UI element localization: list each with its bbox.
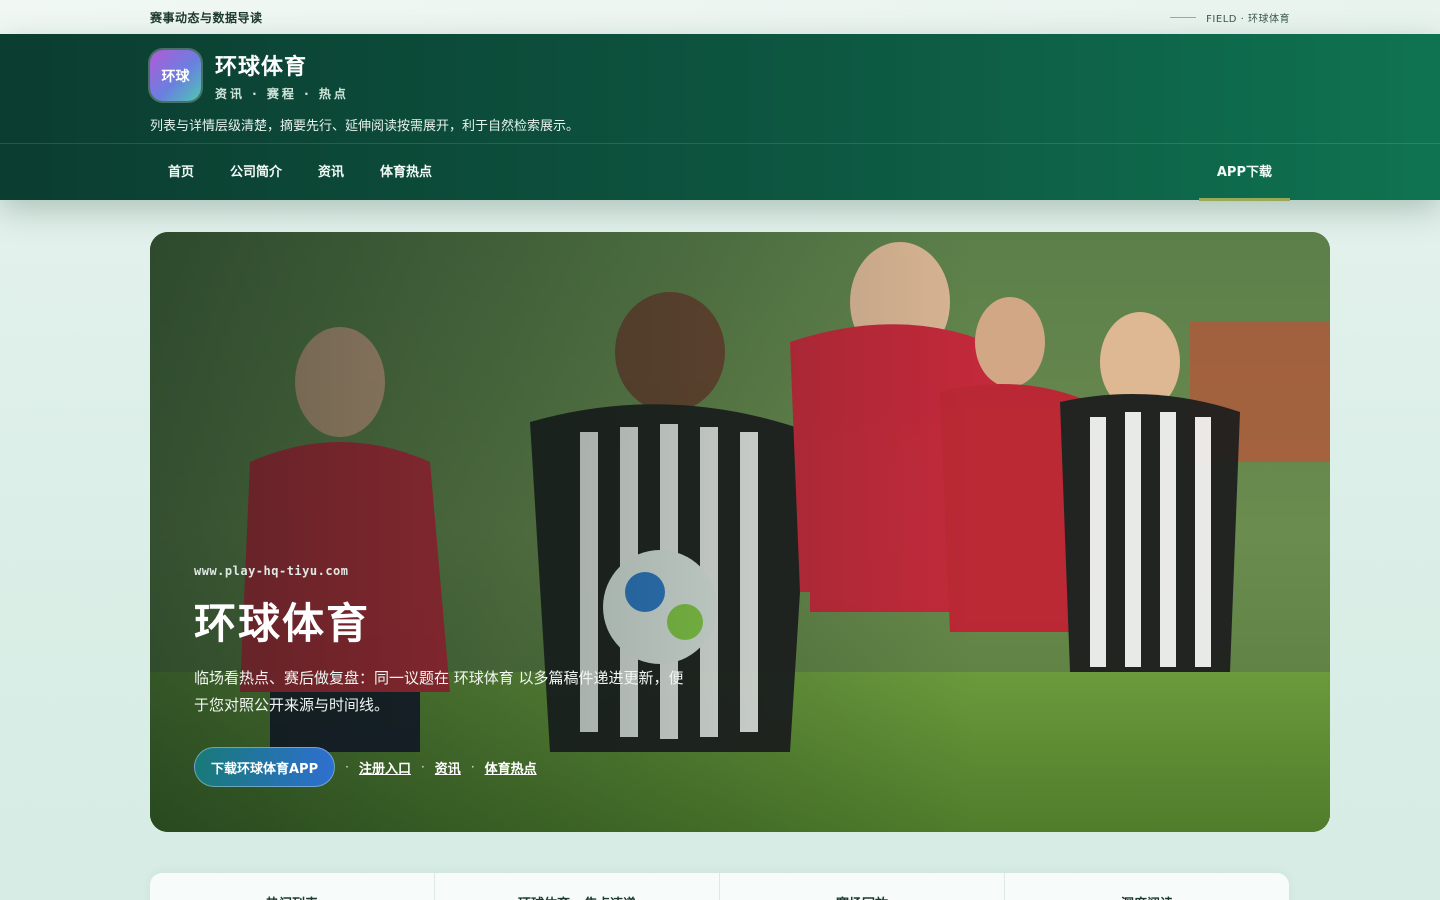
separator-dot: · bbox=[345, 760, 349, 774]
site-logo[interactable]: 环球 bbox=[150, 50, 201, 101]
topbar-divider-line bbox=[1170, 16, 1197, 18]
news-link[interactable]: 资讯 bbox=[435, 758, 461, 777]
card-replay[interactable]: 赛场回放 bbox=[720, 873, 1005, 900]
topbar-tagline: 赛事动态与数据导读 bbox=[150, 10, 263, 25]
card-deep-read[interactable]: 深度阅读 bbox=[1005, 873, 1289, 900]
card-hot-list[interactable]: 热门列表 bbox=[150, 873, 435, 900]
brand-text: 环球体育 资讯 · 赛程 · 热点 bbox=[215, 49, 349, 102]
nav-item-app-download[interactable]: APP下载 bbox=[1198, 144, 1291, 201]
brand-subtitle: 资讯 · 赛程 · 热点 bbox=[215, 87, 349, 101]
hero-actions: 下载环球体育APP · 注册入口 · 资讯 · 体育热点 bbox=[194, 747, 714, 787]
hero-description: 临场看热点、赛后做复盘：同一议题在 环球体育 以多篇稿件递进更新，便于您对照公开… bbox=[194, 669, 684, 714]
nav-item-hot-topics[interactable]: 体育热点 bbox=[362, 144, 450, 201]
nav-right: APP下载 bbox=[1198, 144, 1291, 201]
nav-item-news[interactable]: 资讯 bbox=[300, 144, 362, 201]
register-link[interactable]: 注册入口 bbox=[359, 758, 411, 777]
separator-dot: · bbox=[420, 760, 425, 774]
topbar-field-label: FIELD · 环球体育 bbox=[1206, 13, 1290, 25]
topbar-field: FIELD · 环球体育 bbox=[1170, 10, 1290, 25]
hero-title: 环球体育 bbox=[194, 599, 371, 648]
content-cards: 热门列表 环球体育 · 焦点速递 赛场回放 深度阅读 bbox=[150, 873, 1289, 900]
card-focus[interactable]: 环球体育 · 焦点速递 bbox=[435, 873, 720, 900]
nav-item-home[interactable]: 首页 bbox=[150, 144, 212, 201]
download-app-button[interactable]: 下载环球体育APP bbox=[194, 747, 336, 787]
nav-left: 首页 公司简介 资讯 体育热点 bbox=[150, 144, 450, 201]
nav-item-about[interactable]: 公司简介 bbox=[212, 144, 300, 201]
brand-row: 环球 环球体育 资讯 · 赛程 · 热点 bbox=[0, 34, 1440, 102]
site-header: 环球 环球体育 资讯 · 赛程 · 热点 列表与详情层级清楚，摘要先行、延伸阅读… bbox=[0, 34, 1440, 201]
hero-content: www.play-hq-tiyu.com 环球体育 临场看热点、赛后做复盘：同一… bbox=[194, 564, 714, 787]
hero-banner: www.play-hq-tiyu.com 环球体育 临场看热点、赛后做复盘：同一… bbox=[150, 232, 1330, 832]
hot-topics-link[interactable]: 体育热点 bbox=[485, 758, 537, 777]
brand-name[interactable]: 环球体育 bbox=[215, 49, 349, 81]
header-description: 列表与详情层级清楚，摘要先行、延伸阅读按需展开，利于自然检索展示。 bbox=[150, 119, 580, 134]
separator-dot: · bbox=[470, 760, 475, 774]
hero-url: www.play-hq-tiyu.com bbox=[194, 564, 349, 578]
top-utility-bar: 赛事动态与数据导读 FIELD · 环球体育 bbox=[0, 0, 1440, 34]
main-nav: 首页 公司简介 资讯 体育热点 APP下载 bbox=[0, 143, 1440, 201]
